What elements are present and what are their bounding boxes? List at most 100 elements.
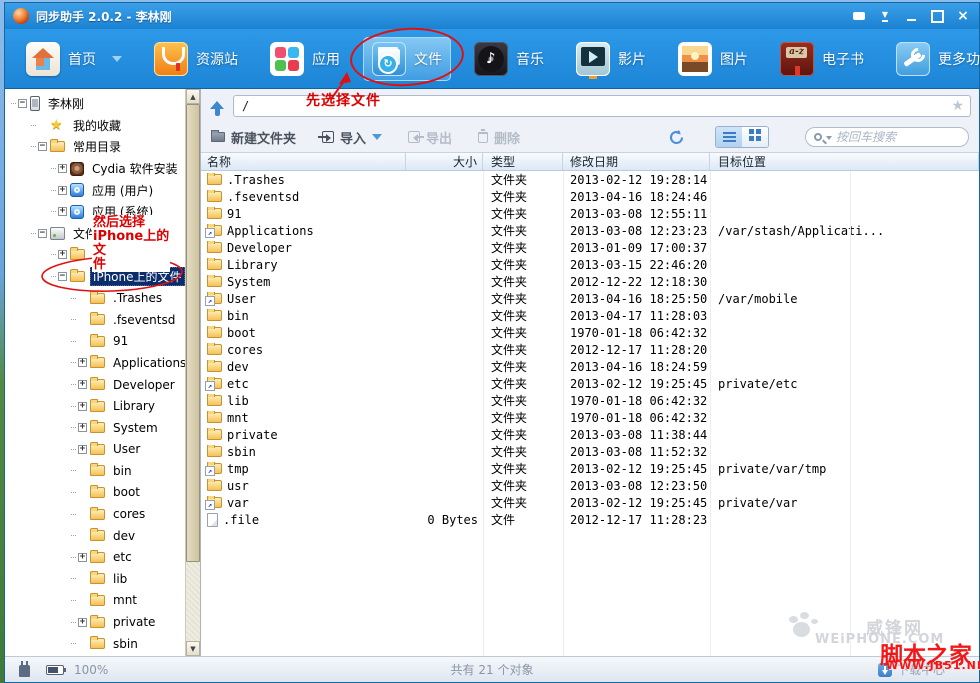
tree-item[interactable]: + Applications bbox=[5, 352, 185, 374]
toolbar-item-store[interactable]: 资源站 bbox=[145, 37, 247, 81]
export-button[interactable]: 导出 bbox=[408, 128, 452, 147]
list-view-button[interactable] bbox=[716, 127, 742, 147]
import-dropdown-icon[interactable] bbox=[372, 134, 382, 145]
column-header-date[interactable]: 修改日期 bbox=[563, 153, 710, 170]
toolbar-item-picture[interactable]: 图片 bbox=[669, 37, 757, 81]
tree-expander-icon[interactable]: + bbox=[58, 207, 67, 216]
column-header-type[interactable]: 类型 bbox=[483, 153, 563, 170]
toolbar-item-more[interactable]: 更多功能 bbox=[887, 37, 980, 81]
file-row[interactable]: sbin 文件夹 2013-03-08 11:52:32 bbox=[201, 443, 979, 460]
close-button[interactable]: × bbox=[955, 9, 971, 23]
file-row[interactable]: 91 文件夹 2013-03-08 12:55:11 bbox=[201, 205, 979, 222]
path-input[interactable] bbox=[233, 95, 971, 117]
toolbar-item-home[interactable]: 首页 bbox=[17, 37, 131, 81]
tree-expander-icon[interactable]: + bbox=[78, 423, 87, 432]
tree-item[interactable]: + M bbox=[5, 244, 185, 266]
tree-expander-icon[interactable]: − bbox=[38, 142, 47, 151]
delete-button[interactable]: 删除 bbox=[478, 128, 520, 147]
tree-expander-icon[interactable]: − bbox=[58, 272, 67, 281]
feedback-icon[interactable] bbox=[851, 9, 867, 23]
file-row[interactable]: boot 文件夹 1970-01-18 06:42:32 bbox=[201, 324, 979, 341]
file-row[interactable]: .Trashes 文件夹 2013-02-12 19:28:14 bbox=[201, 171, 979, 188]
column-header-name[interactable]: 名称 bbox=[201, 153, 406, 170]
file-row[interactable]: usr 文件夹 2013-03-08 12:23:50 bbox=[201, 477, 979, 494]
search-dropdown-icon[interactable] bbox=[826, 136, 832, 143]
tree-item[interactable]: cores bbox=[5, 503, 185, 525]
tree-item[interactable]: + Developer bbox=[5, 374, 185, 396]
tree-item[interactable]: sbin bbox=[5, 633, 185, 655]
sidebar-scrollbar[interactable]: ▲ ▼ bbox=[185, 89, 200, 656]
file-row[interactable]: tmp 文件夹 2013-02-12 19:25:45 private/var/… bbox=[201, 460, 979, 477]
file-row[interactable]: bin 文件夹 2013-04-17 11:28:03 bbox=[201, 307, 979, 324]
toolbar-item-files[interactable]: 文件 bbox=[363, 37, 451, 81]
tree-item[interactable]: + Library bbox=[5, 395, 185, 417]
import-button[interactable]: 导入 bbox=[322, 128, 382, 147]
scroll-up-icon[interactable]: ▲ bbox=[186, 89, 200, 104]
tree-expander-icon[interactable]: + bbox=[58, 186, 67, 195]
tree-expander-icon[interactable]: + bbox=[78, 553, 87, 562]
tree-item[interactable]: − 李林刚 bbox=[5, 93, 185, 115]
file-row[interactable]: mnt 文件夹 1970-01-18 06:42:32 bbox=[201, 409, 979, 426]
grid-view-button[interactable] bbox=[742, 127, 768, 147]
file-row[interactable]: cores 文件夹 2012-12-17 11:28:20 bbox=[201, 341, 979, 358]
toolbar-item-music[interactable]: 音乐 bbox=[465, 37, 553, 81]
file-row[interactable]: System 文件夹 2012-12-22 12:18:30 bbox=[201, 273, 979, 290]
scroll-down-icon[interactable]: ▼ bbox=[186, 641, 200, 656]
file-row[interactable]: Library 文件夹 2013-03-15 22:46:20 bbox=[201, 256, 979, 273]
scrollbar-track[interactable] bbox=[186, 104, 200, 641]
tree-item[interactable]: 91 bbox=[5, 331, 185, 353]
tree-item[interactable]: + Cydia 软件安装 bbox=[5, 158, 185, 180]
new-folder-button[interactable]: 新建文件夹 bbox=[211, 128, 296, 147]
file-row[interactable]: Developer 文件夹 2013-01-09 17:00:37 bbox=[201, 239, 979, 256]
tree-item[interactable]: bin bbox=[5, 460, 185, 482]
tree-item[interactable]: + private bbox=[5, 611, 185, 633]
minimize-to-tray-icon[interactable] bbox=[877, 9, 893, 23]
toolbar-item-ebook[interactable]: 电子书 bbox=[771, 37, 873, 81]
tree-expander-icon[interactable]: + bbox=[78, 358, 87, 367]
tree-expander-icon[interactable]: + bbox=[78, 402, 87, 411]
tree-item[interactable]: + 应用 (系统) bbox=[5, 201, 185, 223]
tree-expander-icon[interactable]: + bbox=[78, 445, 87, 454]
chevron-down-icon[interactable] bbox=[112, 56, 122, 67]
favorite-star-icon[interactable]: ★ bbox=[951, 98, 964, 114]
tree-item[interactable]: 我的收藏 bbox=[5, 115, 185, 137]
file-row[interactable]: Applications 文件夹 2013-03-08 12:23:23 /va… bbox=[201, 222, 979, 239]
file-row[interactable]: etc 文件夹 2013-02-12 19:25:45 private/etc bbox=[201, 375, 979, 392]
tree-item[interactable]: lib bbox=[5, 568, 185, 590]
tree-item[interactable]: .Trashes bbox=[5, 287, 185, 309]
refresh-button[interactable] bbox=[668, 129, 685, 146]
file-row[interactable]: dev 文件夹 2013-04-16 18:24:59 bbox=[201, 358, 979, 375]
column-header-size[interactable]: 大小 bbox=[406, 153, 483, 170]
tree-item[interactable]: + 应用 (用户) bbox=[5, 179, 185, 201]
download-center-button[interactable]: 下载中心 bbox=[878, 661, 945, 678]
tree-item[interactable]: − 文件 bbox=[5, 223, 185, 245]
tree-item[interactable]: mnt bbox=[5, 590, 185, 612]
tree-expander-icon[interactable]: + bbox=[58, 164, 67, 173]
tree-expander-icon[interactable]: − bbox=[18, 99, 27, 108]
toolbar-item-apps[interactable]: 应用 bbox=[261, 37, 349, 81]
file-row[interactable]: lib 文件夹 1970-01-18 06:42:32 bbox=[201, 392, 979, 409]
tree-item[interactable]: + System bbox=[5, 417, 185, 439]
tree-expander-icon[interactable]: − bbox=[38, 229, 47, 238]
search-input[interactable] bbox=[836, 130, 960, 144]
maximize-button[interactable] bbox=[929, 9, 945, 23]
tree-item[interactable]: .fseventsd bbox=[5, 309, 185, 331]
go-up-button[interactable] bbox=[205, 94, 229, 118]
scrollbar-thumb[interactable] bbox=[186, 104, 200, 562]
file-row[interactable]: User 文件夹 2013-04-16 18:25:50 /var/mobile bbox=[201, 290, 979, 307]
tree-expander-icon[interactable]: + bbox=[78, 380, 87, 389]
tree-item[interactable]: boot bbox=[5, 482, 185, 504]
tree-expander-icon[interactable]: + bbox=[58, 250, 67, 259]
file-row[interactable]: var 文件夹 2013-02-12 19:25:45 private/var bbox=[201, 494, 979, 511]
tree-item[interactable]: − iPhone上的文件 bbox=[5, 266, 185, 288]
tree-item[interactable]: − 常用目录 bbox=[5, 136, 185, 158]
file-row[interactable]: private 文件夹 2013-03-08 11:38:44 bbox=[201, 426, 979, 443]
tree-item[interactable]: dev bbox=[5, 525, 185, 547]
file-row[interactable]: .file 0 Bytes 文件 2012-12-17 11:28:23 bbox=[201, 511, 979, 528]
file-row[interactable]: .fseventsd 文件夹 2013-04-16 18:24:46 bbox=[201, 188, 979, 205]
tree-item[interactable]: + User bbox=[5, 439, 185, 461]
tree-expander-icon[interactable]: + bbox=[78, 618, 87, 627]
tree-item[interactable]: + etc bbox=[5, 546, 185, 568]
toolbar-item-movie[interactable]: 影片 bbox=[567, 37, 655, 81]
column-header-target[interactable]: 目标位置 bbox=[710, 153, 979, 170]
